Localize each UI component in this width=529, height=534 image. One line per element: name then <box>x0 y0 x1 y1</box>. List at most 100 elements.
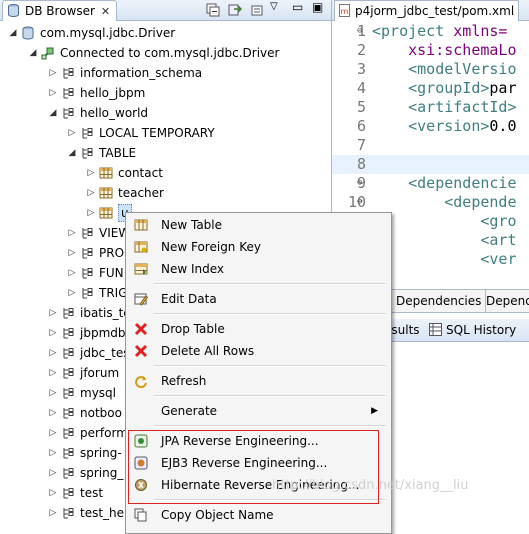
menu-item-new-foreign-key[interactable]: New Foreign Key <box>128 236 386 258</box>
code-line: 10 ⊖ <depende <box>332 193 529 212</box>
collapsed-arrow-icon[interactable]: ▷ <box>66 263 78 283</box>
menu-separator <box>154 425 386 427</box>
code-token: <version> <box>372 117 490 135</box>
code-token: par <box>489 79 517 97</box>
new-index-icon <box>134 263 148 275</box>
menu-item-label: Delete All Rows <box>161 344 255 358</box>
edit-data-icon <box>134 293 148 306</box>
code-token: <groupId> <box>372 79 490 97</box>
copy-icon <box>134 508 147 522</box>
editor-tab-title: p4jorm_jdbc_test/pom.xml <box>355 4 515 18</box>
menu-separator <box>154 365 386 367</box>
expanded-arrow-icon[interactable]: ◢ <box>7 23 19 43</box>
tree-item-label: TRIG <box>99 286 128 300</box>
collapsed-arrow-icon[interactable]: ▷ <box>85 163 97 183</box>
collapsed-arrow-icon[interactable]: ▷ <box>85 183 97 203</box>
menu-item-refresh[interactable]: Refresh <box>128 370 386 392</box>
new-connection-icon[interactable] <box>250 3 264 17</box>
link-with-editor-icon[interactable] <box>228 3 242 17</box>
tab-dependency-hierarchy[interactable]: Depend <box>482 290 529 312</box>
collapsed-arrow-icon[interactable]: ▷ <box>47 423 59 443</box>
collapsed-arrow-icon[interactable]: ▷ <box>47 383 59 403</box>
expanded-arrow-icon[interactable]: ◢ <box>27 43 39 63</box>
menu-item-edit-data[interactable]: Edit Data <box>128 288 386 310</box>
close-icon[interactable]: ✕ <box>101 5 110 18</box>
expanded-arrow-icon[interactable]: ◢ <box>66 143 78 163</box>
code-line: 1 ⊖ <project xmlns= <box>332 22 529 41</box>
schema-icon <box>63 468 74 479</box>
view-menu-icon[interactable]: ▽ <box>270 0 284 14</box>
tree-item-label: jdbc_tes <box>80 346 130 360</box>
schema-icon <box>63 348 74 359</box>
fold-toggle-icon[interactable]: ⊖ <box>357 174 362 193</box>
menu-item-new-index[interactable]: New Index <box>128 258 386 280</box>
collapsed-arrow-icon[interactable]: ▷ <box>66 223 78 243</box>
code-token: <art <box>372 231 517 249</box>
collapsed-arrow-icon[interactable]: ▷ <box>47 463 59 483</box>
sql-history-icon <box>429 323 442 336</box>
tree-item-label: spring- <box>80 446 122 460</box>
svg-text:m: m <box>341 7 349 16</box>
collapsed-arrow-icon[interactable]: ▷ <box>47 323 59 343</box>
tree-item-label: contact <box>118 166 163 180</box>
collapsed-arrow-icon[interactable]: ▷ <box>47 83 59 103</box>
collapsed-arrow-icon[interactable]: ▷ <box>66 243 78 263</box>
collapsed-arrow-icon[interactable]: ▷ <box>66 283 78 303</box>
tree-item-label: test_hel <box>80 506 128 520</box>
connection-icon <box>41 47 54 60</box>
submenu-arrow-icon: ▶ <box>371 406 378 416</box>
tree-item-label: test <box>80 486 104 500</box>
menu-item-delete-all-rows[interactable]: Delete All Rows <box>128 340 386 362</box>
tree-item-label: hello_jbpm <box>80 86 146 100</box>
tree-item-label: TABLE <box>99 146 137 160</box>
collapsed-arrow-icon[interactable]: ▷ <box>47 343 59 363</box>
collapsed-arrow-icon[interactable]: ▷ <box>85 203 97 223</box>
tree-item-label: com.mysql.jdbc.Driver <box>40 26 176 40</box>
maximize-icon[interactable]: ▣ <box>312 0 326 14</box>
code-token: xmlns= <box>453 22 508 40</box>
menu-separator <box>154 283 386 285</box>
line-number: 4 <box>356 79 366 97</box>
schema-icon <box>63 328 74 339</box>
menu-separator <box>154 313 386 315</box>
new-table-icon <box>134 219 148 231</box>
fold-toggle-icon[interactable]: ⊖ <box>357 22 362 41</box>
collapsed-arrow-icon[interactable]: ▷ <box>47 443 59 463</box>
collapsed-arrow-icon[interactable]: ▷ <box>47 63 59 83</box>
editor-tabbar: m p4jorm_jdbc_test/pom.xml <box>332 0 529 21</box>
tab-sql-history[interactable]: SQL History <box>446 319 516 341</box>
schema-icon <box>63 448 74 459</box>
fold-toggle-icon[interactable]: ⊖ <box>357 193 362 212</box>
tree-item-label: perform <box>80 426 128 440</box>
code-line: 6 <version>0.0 <box>332 117 529 136</box>
code-text: <project xmlns= <box>372 22 507 41</box>
menu-item-new-table[interactable]: New Table <box>128 214 386 236</box>
collapsed-arrow-icon[interactable]: ▷ <box>47 363 59 383</box>
tree-item-label: PRO <box>99 246 125 260</box>
menu-item-label: Drop Table <box>161 322 225 336</box>
collapsed-arrow-icon[interactable]: ▷ <box>47 483 59 503</box>
expanded-arrow-icon[interactable]: ◢ <box>47 103 59 123</box>
code-line: 7 <box>332 136 529 155</box>
menu-item-generate[interactable]: Generate ▶ <box>128 400 386 422</box>
tree-item-label: LOCAL TEMPORARY <box>99 126 215 140</box>
editor-tab-pom[interactable]: m p4jorm_jdbc_test/pom.xml <box>334 0 520 21</box>
db-browser-tab[interactable]: DB Browser ✕ <box>2 0 118 21</box>
collapsed-arrow-icon[interactable]: ▷ <box>47 403 59 423</box>
collapsed-arrow-icon[interactable]: ▷ <box>47 303 59 323</box>
code-text: <version>0.0 <box>372 117 516 136</box>
collapsed-arrow-icon[interactable]: ▷ <box>47 503 59 523</box>
minimize-icon[interactable]: ▭ <box>292 0 306 14</box>
code-token: <artifactId> <box>372 98 517 116</box>
menu-item-drop-table[interactable]: Drop Table <box>128 318 386 340</box>
code-token: xsi:schemaLo <box>372 41 517 59</box>
db-driver-icon <box>22 26 34 40</box>
schema-icon <box>82 268 93 279</box>
schema-icon <box>82 288 93 299</box>
collapsed-arrow-icon[interactable]: ▷ <box>66 123 78 143</box>
tree-item-label: FUN <box>99 266 124 280</box>
tab-dependencies[interactable]: Dependencies <box>392 290 487 312</box>
tree-item-label: spring_ <box>80 466 124 480</box>
menu-separator <box>154 395 386 397</box>
collapse-all-icon[interactable] <box>206 3 220 17</box>
